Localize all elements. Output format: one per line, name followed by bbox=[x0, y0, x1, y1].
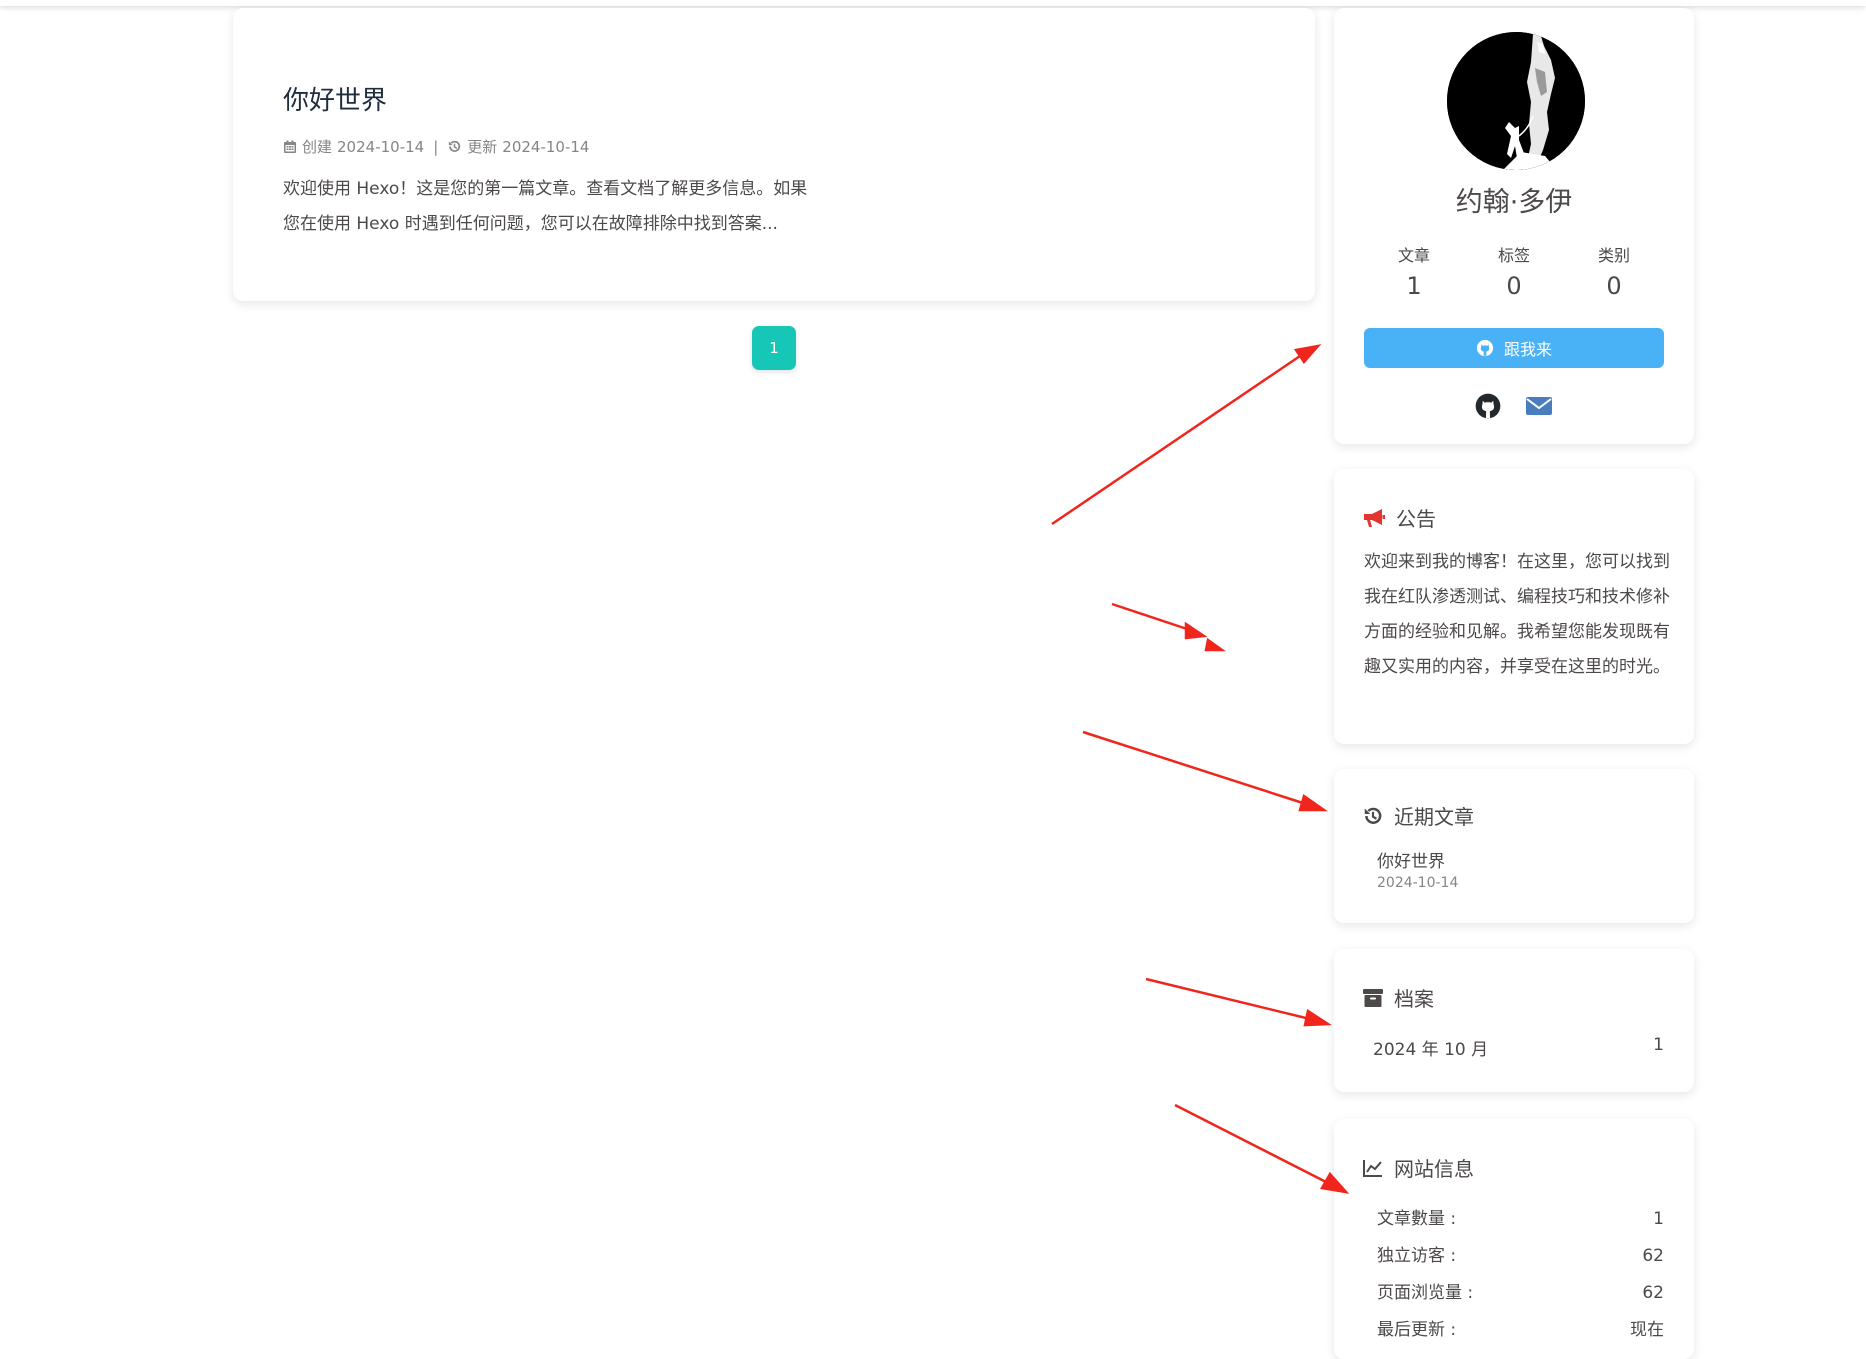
recent-posts-title: 近期文章 bbox=[1394, 805, 1474, 829]
site-info-label: 页面浏览量 : bbox=[1377, 1283, 1474, 1303]
author-name: 约翰·多伊 bbox=[1455, 187, 1573, 218]
annotation-arrowhead bbox=[1204, 637, 1226, 652]
annotation-arrowhead bbox=[1298, 793, 1328, 812]
recent-posts-header: 近期文章 bbox=[1362, 801, 1474, 830]
annotation-arrow bbox=[1111, 602, 1191, 632]
updated-date: 2024-10-14 bbox=[502, 137, 590, 156]
stat-label: 标签 bbox=[1497, 246, 1530, 265]
annotation-arrowhead bbox=[1303, 1008, 1332, 1027]
stat-label: 文章 bbox=[1397, 246, 1430, 265]
archive-item[interactable]: 2024 年 10 月 1 bbox=[1373, 1035, 1664, 1060]
announcement-header: 公告 bbox=[1362, 503, 1436, 532]
follow-label: 跟我来 bbox=[1503, 340, 1552, 359]
created-label: 创建 bbox=[302, 138, 333, 156]
github-icon bbox=[1476, 339, 1494, 357]
meta-separator: | bbox=[433, 137, 439, 156]
stat-label: 类别 bbox=[1597, 246, 1630, 265]
history-icon bbox=[1362, 805, 1384, 827]
top-navbar bbox=[0, 0, 1866, 6]
archive-card: 档案 2024 年 10 月 1 bbox=[1334, 949, 1694, 1092]
calendar-icon bbox=[283, 140, 297, 154]
follow-button[interactable]: 跟我来 bbox=[1364, 328, 1664, 368]
post-title[interactable]: 你好世界 bbox=[283, 80, 387, 117]
post-excerpt: 欢迎使用 Hexo！这是您的第一篇文章。查看文档了解更多信息。如果您在使用 He… bbox=[283, 179, 808, 234]
post-meta: 创建 2024-10-14 | 更新 2024-10-14 bbox=[283, 136, 589, 157]
bullhorn-icon bbox=[1362, 507, 1386, 529]
site-info-label: 最后更新 : bbox=[1377, 1320, 1457, 1340]
recent-post-date: 2024-10-14 bbox=[1377, 875, 1459, 891]
recent-post-title[interactable]: 你好世界 bbox=[1377, 847, 1445, 872]
stat-categories[interactable]: 类别 0 bbox=[1564, 242, 1664, 300]
site-info-value: 62 bbox=[1642, 1283, 1664, 1303]
stat-value: 0 bbox=[1606, 272, 1622, 300]
created-date: 2024-10-14 bbox=[337, 137, 425, 156]
site-info-title: 网站信息 bbox=[1394, 1157, 1474, 1181]
archive-header: 档案 bbox=[1362, 983, 1434, 1012]
stat-value: 0 bbox=[1506, 272, 1522, 300]
author-avatar bbox=[1447, 32, 1585, 170]
updated-label: 更新 bbox=[467, 138, 498, 156]
site-info-row: 最后更新 : 现在 bbox=[1377, 1312, 1664, 1349]
author-stats: 文章 1 标签 0 类别 0 bbox=[1364, 242, 1664, 300]
social-icons bbox=[1334, 393, 1694, 419]
post-card: 你好世界 创建 2024-10-14 | 更新 2024-10-14 欢迎使用 … bbox=[233, 8, 1315, 301]
author-card: 约翰·多伊 文章 1 标签 0 类别 0 跟我来 bbox=[1334, 8, 1694, 444]
recent-posts-card: 近期文章 你好世界 2024-10-14 bbox=[1334, 769, 1694, 923]
site-info-label: 文章數量 : bbox=[1377, 1209, 1457, 1229]
site-info-value: 1 bbox=[1653, 1209, 1664, 1229]
announcement-text: 欢迎来到我的博客！在这里，您可以找到我在红队渗透测试、编程技巧和技术修补方面的经… bbox=[1364, 552, 1670, 677]
announcement-title: 公告 bbox=[1396, 507, 1436, 531]
site-info-rows: 文章數量 : 1 独立访客 : 62 页面浏览量 : 62 最后更新 : 现在 bbox=[1377, 1201, 1664, 1349]
pagination-current-page[interactable]: 1 bbox=[752, 326, 796, 370]
site-info-header: 网站信息 bbox=[1362, 1153, 1474, 1182]
site-info-value: 现在 bbox=[1630, 1320, 1664, 1340]
stat-value: 1 bbox=[1406, 272, 1422, 300]
stat-posts[interactable]: 文章 1 bbox=[1364, 242, 1464, 300]
annotation-arrow bbox=[1051, 354, 1301, 526]
annotation-arrowhead bbox=[1293, 344, 1322, 365]
envelope-icon[interactable] bbox=[1525, 393, 1553, 419]
stat-tags[interactable]: 标签 0 bbox=[1464, 242, 1564, 300]
archive-title: 档案 bbox=[1394, 987, 1434, 1011]
site-info-row: 独立访客 : 62 bbox=[1377, 1238, 1664, 1275]
announcement-card: 公告 欢迎来到我的博客！在这里，您可以找到我在红队渗透测试、编程技巧和技术修补方… bbox=[1334, 469, 1694, 744]
site-info-card: 网站信息 文章數量 : 1 独立访客 : 62 页面浏览量 : 62 最后更新 … bbox=[1334, 1119, 1694, 1359]
history-icon bbox=[447, 139, 462, 154]
archive-month: 2024 年 10 月 bbox=[1373, 1040, 1489, 1060]
github-icon[interactable] bbox=[1475, 393, 1501, 419]
site-info-value: 62 bbox=[1642, 1246, 1664, 1266]
annotation-arrow bbox=[1082, 730, 1307, 806]
annotation-arrow bbox=[1174, 1103, 1329, 1185]
chart-line-icon bbox=[1362, 1158, 1384, 1178]
annotation-arrowhead bbox=[1184, 621, 1208, 640]
archive-icon bbox=[1362, 988, 1384, 1008]
site-info-row: 页面浏览量 : 62 bbox=[1377, 1275, 1664, 1312]
site-info-label: 独立访客 : bbox=[1377, 1246, 1457, 1266]
site-info-row: 文章數量 : 1 bbox=[1377, 1201, 1664, 1238]
archive-count: 1 bbox=[1653, 1035, 1664, 1055]
annotation-arrow bbox=[1145, 977, 1311, 1021]
